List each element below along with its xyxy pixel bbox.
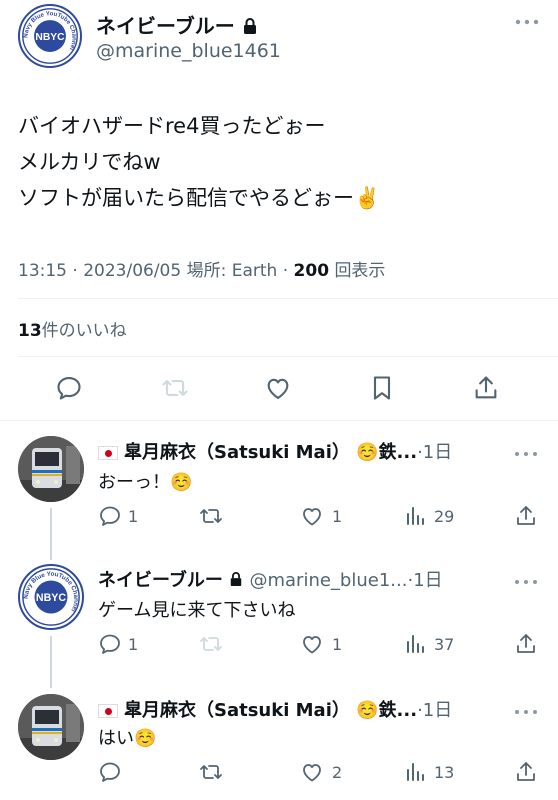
reply-icon[interactable] (98, 760, 122, 784)
reply-icon[interactable] (98, 632, 122, 656)
more-dots-icon[interactable] (514, 700, 538, 721)
tweet-timestamp[interactable]: 13:15 · 2023/06/05 (18, 261, 181, 281)
like-icon[interactable] (264, 374, 292, 402)
tweet-body-line-1: バイオハザードre4買ったどぉー (18, 114, 326, 138)
avatar-logo-text: NBYC (35, 32, 65, 43)
like-count: 2 (332, 763, 343, 782)
like-icon[interactable] (300, 760, 324, 784)
like-count: 1 (332, 507, 343, 526)
tweet-views-count: 200 (293, 261, 330, 281)
tweet-location: 場所: Earth · (186, 261, 289, 281)
tweet-body-line-2: メルカリでねw (18, 150, 161, 174)
reply-time: ·1日 (417, 442, 453, 463)
divider (18, 356, 558, 357)
thread-line (50, 636, 52, 688)
japan-flag-icon (98, 704, 118, 718)
more-dots-icon[interactable] (514, 442, 538, 463)
likes-count: 13 (18, 321, 42, 341)
like-icon[interactable] (300, 504, 324, 528)
thread-line (50, 508, 52, 560)
reply-author-name[interactable]: 皐月麻衣（Satsuki Mai） ☺️鉄...·1日 (98, 696, 452, 722)
views-icon[interactable] (404, 760, 426, 784)
reply-icon[interactable] (55, 374, 83, 402)
reply-avatar[interactable] (18, 436, 84, 502)
views-icon[interactable] (404, 632, 426, 656)
more-dots-icon[interactable] (514, 10, 540, 31)
reply-icon[interactable] (98, 504, 122, 528)
tweet-body-line-3: ソフトが届いたら配信でやるどぉー✌️ (18, 186, 381, 210)
retweet-icon[interactable] (198, 504, 224, 528)
divider (18, 298, 558, 299)
reply-time: ·1日 (407, 570, 443, 591)
avatar-logo-text: NBYC (36, 592, 66, 604)
tweet-meta: 13:15 · 2023/06/05 場所: Earth · 200 回表示 (18, 256, 385, 281)
bookmark-icon[interactable] (370, 374, 394, 402)
japan-flag-icon (98, 446, 118, 460)
tweet-views-label: 回表示 (334, 261, 386, 281)
author-display-name[interactable]: ネイビーブルー (96, 10, 258, 40)
reply-time: ·1日 (417, 700, 453, 721)
share-icon[interactable] (514, 760, 538, 784)
share-icon[interactable] (514, 504, 538, 528)
views-icon[interactable] (404, 504, 426, 528)
reply-author-name[interactable]: 皐月麻衣（Satsuki Mai） ☺️鉄...·1日 (98, 438, 452, 464)
retweet-icon (160, 374, 190, 402)
more-dots-icon[interactable] (514, 570, 538, 591)
lock-icon (242, 16, 258, 40)
reply-text: はい☺️ (98, 728, 157, 749)
retweet-icon (198, 632, 224, 656)
like-count: 1 (332, 635, 343, 654)
reply-text: おーっ！☺️ (98, 472, 193, 493)
lock-icon (229, 571, 243, 592)
share-icon[interactable] (472, 374, 500, 402)
share-icon[interactable] (514, 632, 538, 656)
reply-count: 1 (128, 507, 139, 526)
likes-summary[interactable]: 13件のいいね (18, 316, 127, 341)
view-count: 13 (434, 763, 455, 782)
divider (0, 420, 558, 421)
likes-label: 件のいいね (41, 321, 127, 341)
reply-avatar[interactable] (18, 694, 84, 760)
reply-count: 1 (128, 635, 139, 654)
author-avatar[interactable]: NBYC Navy Blue YouTube Channel (18, 4, 82, 68)
like-icon[interactable] (300, 632, 324, 656)
view-count: 29 (434, 507, 455, 526)
reply-avatar[interactable]: NBYC Navy Blue YouTube Channel (18, 564, 84, 630)
view-count: 37 (434, 635, 455, 654)
reply-author-name[interactable]: ネイビーブルー @marine_blue1...·1日 (98, 566, 443, 592)
author-handle[interactable]: @marine_blue1461 (96, 40, 281, 62)
retweet-icon[interactable] (198, 760, 224, 784)
reply-handle: @marine_blue1... (249, 570, 408, 591)
reply-text: ゲーム見に来て下さいね (98, 600, 296, 621)
